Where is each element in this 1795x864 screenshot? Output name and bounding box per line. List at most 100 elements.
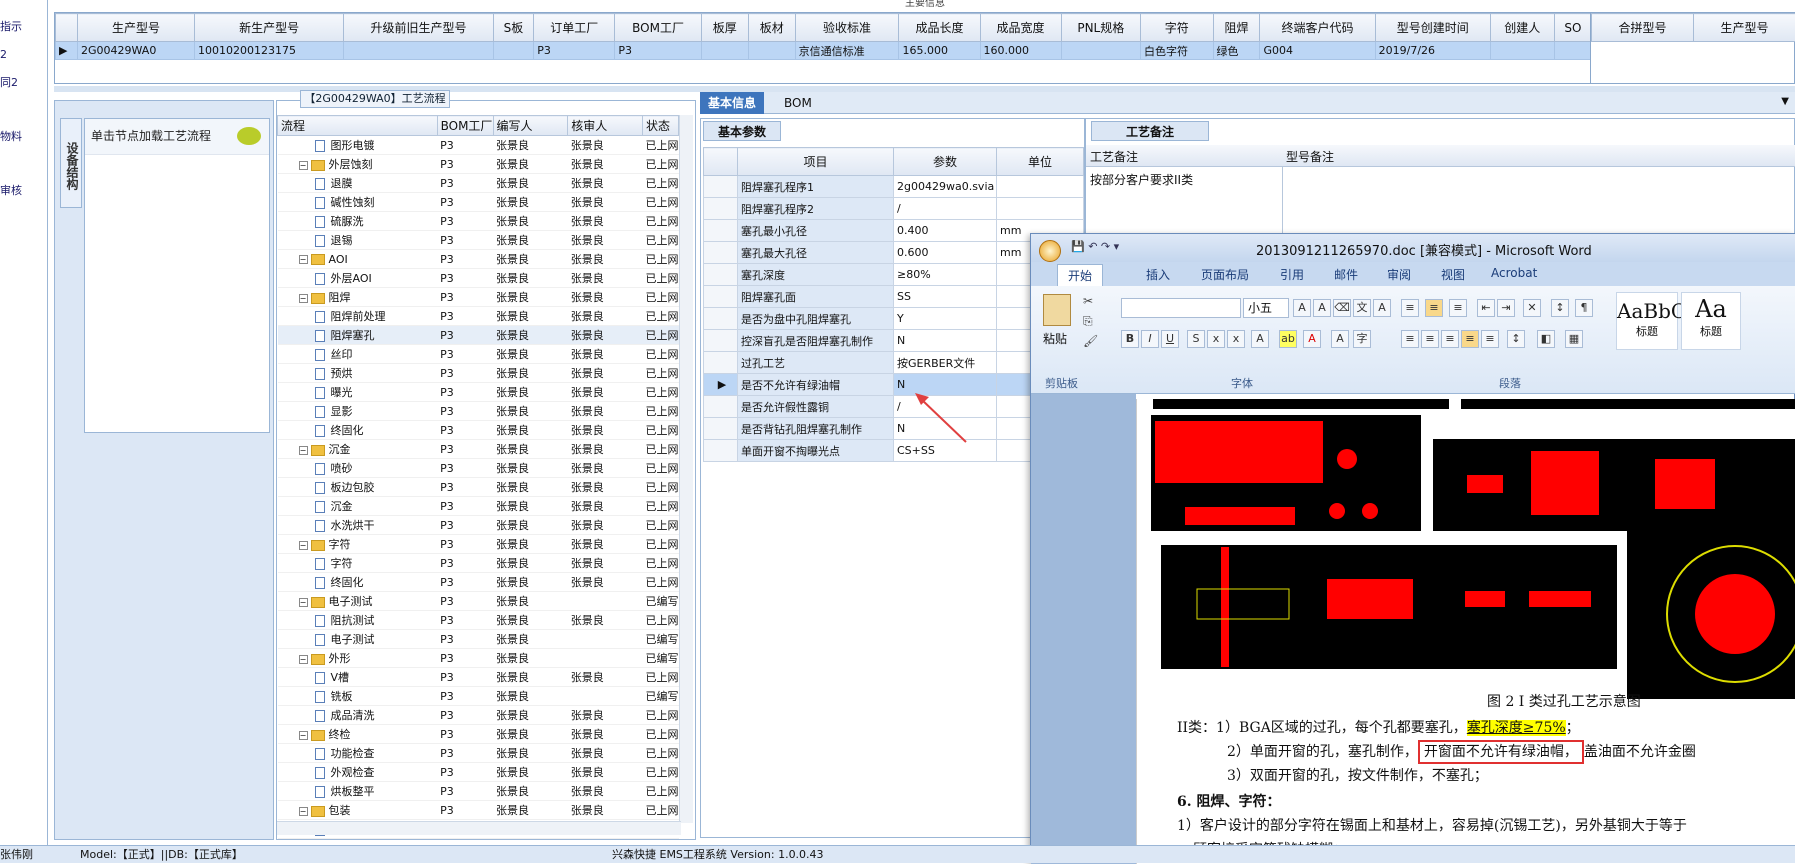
style-normal[interactable]: AaBbC 标题 bbox=[1616, 292, 1678, 350]
asian-layout-icon[interactable]: ✕ bbox=[1523, 299, 1541, 317]
param-row[interactable]: ▶是否不允许有绿油帽N bbox=[704, 374, 1084, 396]
top-col-header[interactable]: 终端客户代码 bbox=[1260, 14, 1375, 42]
param-value[interactable]: SS bbox=[894, 286, 997, 308]
row-indicator[interactable] bbox=[704, 396, 738, 418]
expand-toggle-icon[interactable]: − bbox=[299, 541, 308, 550]
tree-row[interactable]: 预烘P3张景良张景良已上网 bbox=[278, 364, 679, 383]
highlight-icon[interactable]: ab bbox=[1279, 330, 1297, 348]
tree-row[interactable]: 喷砂P3张景良张景良已上网 bbox=[278, 459, 679, 478]
char-border-icon[interactable]: A bbox=[1373, 299, 1391, 317]
tree-node[interactable]: 退膜 bbox=[278, 174, 438, 193]
param-row[interactable]: 阻焊塞孔程序12g00429wa0.svia bbox=[704, 176, 1084, 198]
row-indicator[interactable] bbox=[704, 176, 738, 198]
grow-font-icon[interactable]: A bbox=[1293, 299, 1311, 317]
tree-row[interactable]: 功能检查P3张景良张景良已上网 bbox=[278, 744, 679, 763]
top-col-header[interactable]: 板厚 bbox=[701, 14, 748, 42]
phonetic-icon[interactable]: 文 bbox=[1353, 299, 1371, 317]
tree-node[interactable]: 预烘 bbox=[278, 364, 438, 383]
tree-node[interactable]: 外层AOI bbox=[278, 269, 438, 288]
param-value[interactable]: 0.400 bbox=[894, 220, 997, 242]
tree-row[interactable]: 阻焊前处理P3张景良张景良已上网 bbox=[278, 307, 679, 326]
top-col-header[interactable]: 升级前旧生产型号 bbox=[344, 14, 493, 42]
format-painter-icon[interactable]: 🖌 bbox=[1083, 334, 1098, 348]
tree-row[interactable]: 图形电镀P3张景良张景良已上网 bbox=[278, 136, 679, 155]
expand-toggle-icon[interactable]: − bbox=[299, 294, 308, 303]
tree-node[interactable]: −AOI bbox=[278, 250, 438, 269]
chevron-down-icon[interactable]: ▼ bbox=[1781, 96, 1789, 107]
top-col-header[interactable]: 型号创建时间 bbox=[1375, 14, 1490, 42]
enclose-char-icon[interactable]: 字 bbox=[1353, 330, 1371, 348]
top-cell[interactable]: 京信通信标准 bbox=[795, 42, 899, 60]
param-value[interactable]: Y bbox=[894, 308, 997, 330]
top-col-header[interactable]: 新生产型号 bbox=[195, 14, 344, 42]
expand-toggle-icon[interactable]: − bbox=[299, 655, 308, 664]
tree-node[interactable]: 板边包胶 bbox=[278, 478, 438, 497]
tree-node[interactable]: −包装 bbox=[278, 801, 438, 820]
office-button-icon[interactable] bbox=[1039, 240, 1061, 262]
production-model-header[interactable]: 生产型号 bbox=[1694, 14, 1795, 42]
top-cell[interactable]: P3 bbox=[534, 42, 615, 60]
tree-node[interactable]: 水洗烘干 bbox=[278, 516, 438, 535]
tree-row[interactable]: 曝光P3张景良张景良已上网 bbox=[278, 383, 679, 402]
top-cell[interactable] bbox=[748, 42, 795, 60]
top-col-header[interactable]: 创建人 bbox=[1490, 14, 1554, 42]
merge-model-header[interactable]: 合拼型号 bbox=[1592, 14, 1694, 42]
tree-row[interactable]: −AOIP3张景良张景良已上网 bbox=[278, 250, 679, 269]
top-col-header[interactable]: PNL规格 bbox=[1061, 14, 1140, 42]
numbering-icon[interactable]: ≡ bbox=[1425, 299, 1443, 317]
top-cell[interactable] bbox=[1554, 42, 1591, 60]
tree-row[interactable]: 外层AOIP3张景良张景良已上网 bbox=[278, 269, 679, 288]
top-cell[interactable] bbox=[344, 42, 493, 60]
param-value[interactable]: / bbox=[894, 198, 997, 220]
top-cell[interactable] bbox=[493, 42, 534, 60]
font-size-select[interactable]: 小五 bbox=[1243, 298, 1289, 318]
param-col-unit[interactable]: 单位 bbox=[997, 148, 1084, 176]
tree-row[interactable]: 碱性蚀刻P3张景良张景良已上网 bbox=[278, 193, 679, 212]
top-col-header[interactable]: 阻焊 bbox=[1213, 14, 1260, 42]
clear-format-icon[interactable]: ⌫ bbox=[1333, 299, 1351, 317]
process-note-text[interactable]: 按部分客户要求II类 bbox=[1090, 171, 1193, 188]
param-value[interactable]: ≥80% bbox=[894, 264, 997, 286]
tree-node[interactable]: 成品清洗 bbox=[278, 706, 438, 725]
change-case-icon[interactable]: A bbox=[1251, 330, 1269, 348]
sidebar-item[interactable]: 同2 bbox=[0, 74, 18, 90]
tree-row[interactable]: 成品清洗P3张景良张景良已上网 bbox=[278, 706, 679, 725]
tab-bom[interactable]: BOM bbox=[776, 92, 820, 114]
strikethrough-icon[interactable]: S bbox=[1187, 330, 1205, 348]
justify-icon[interactable]: ≡ bbox=[1461, 330, 1479, 348]
ribbon-tab-review[interactable]: 审阅 bbox=[1387, 266, 1411, 283]
param-row[interactable]: 是否背钻孔阻焊塞孔制作N bbox=[704, 418, 1084, 440]
tree-row[interactable]: 丝印P3张景良张景良已上网 bbox=[278, 345, 679, 364]
bullets-icon[interactable]: ≡ bbox=[1401, 299, 1419, 317]
param-row[interactable]: 单面开窗不掏曝光点CS+SS bbox=[704, 440, 1084, 462]
row-indicator[interactable] bbox=[704, 418, 738, 440]
row-indicator[interactable] bbox=[704, 220, 738, 242]
tree-row[interactable]: 阻抗测试P3张景良张景良已上网 bbox=[278, 611, 679, 630]
top-cell[interactable] bbox=[701, 42, 748, 60]
sidebar-item[interactable]: 2 bbox=[0, 48, 7, 61]
param-row[interactable]: 塞孔深度≥80% bbox=[704, 264, 1084, 286]
ribbon-tab-insert[interactable]: 插入 bbox=[1146, 266, 1170, 283]
top-cell[interactable]: 165.000 bbox=[899, 42, 980, 60]
tree-row[interactable]: 显影P3张景良张景良已上网 bbox=[278, 402, 679, 421]
tree-node[interactable]: 字符 bbox=[278, 554, 438, 573]
sort-icon[interactable]: ↕ bbox=[1551, 299, 1569, 317]
row-indicator[interactable] bbox=[704, 264, 738, 286]
tree-node[interactable]: −外形 bbox=[278, 649, 438, 668]
tree-row[interactable]: 退锡P3张景良张景良已上网 bbox=[278, 231, 679, 250]
tree-node[interactable]: 显影 bbox=[278, 402, 438, 421]
copy-icon[interactable]: ⎘ bbox=[1083, 314, 1093, 329]
font-color-icon[interactable]: A bbox=[1303, 330, 1321, 348]
row-indicator[interactable]: ▶ bbox=[56, 42, 78, 60]
ribbon-tab-mailings[interactable]: 邮件 bbox=[1334, 266, 1358, 283]
top-col-header[interactable]: 成品宽度 bbox=[980, 14, 1061, 42]
tree-node[interactable]: 烘板整平 bbox=[278, 782, 438, 801]
paste-icon[interactable] bbox=[1043, 294, 1071, 326]
align-left-icon[interactable]: ≡ bbox=[1401, 330, 1419, 348]
tree-hscrollbar[interactable] bbox=[277, 821, 681, 835]
tree-row[interactable]: 水洗烘干P3张景良张景良已上网 bbox=[278, 516, 679, 535]
expand-toggle-icon[interactable]: − bbox=[299, 598, 308, 607]
align-center-icon[interactable]: ≡ bbox=[1421, 330, 1439, 348]
top-col-header[interactable]: BOM工厂 bbox=[615, 14, 701, 42]
tree-row[interactable]: 终固化P3张景良张景良已上网 bbox=[278, 573, 679, 592]
